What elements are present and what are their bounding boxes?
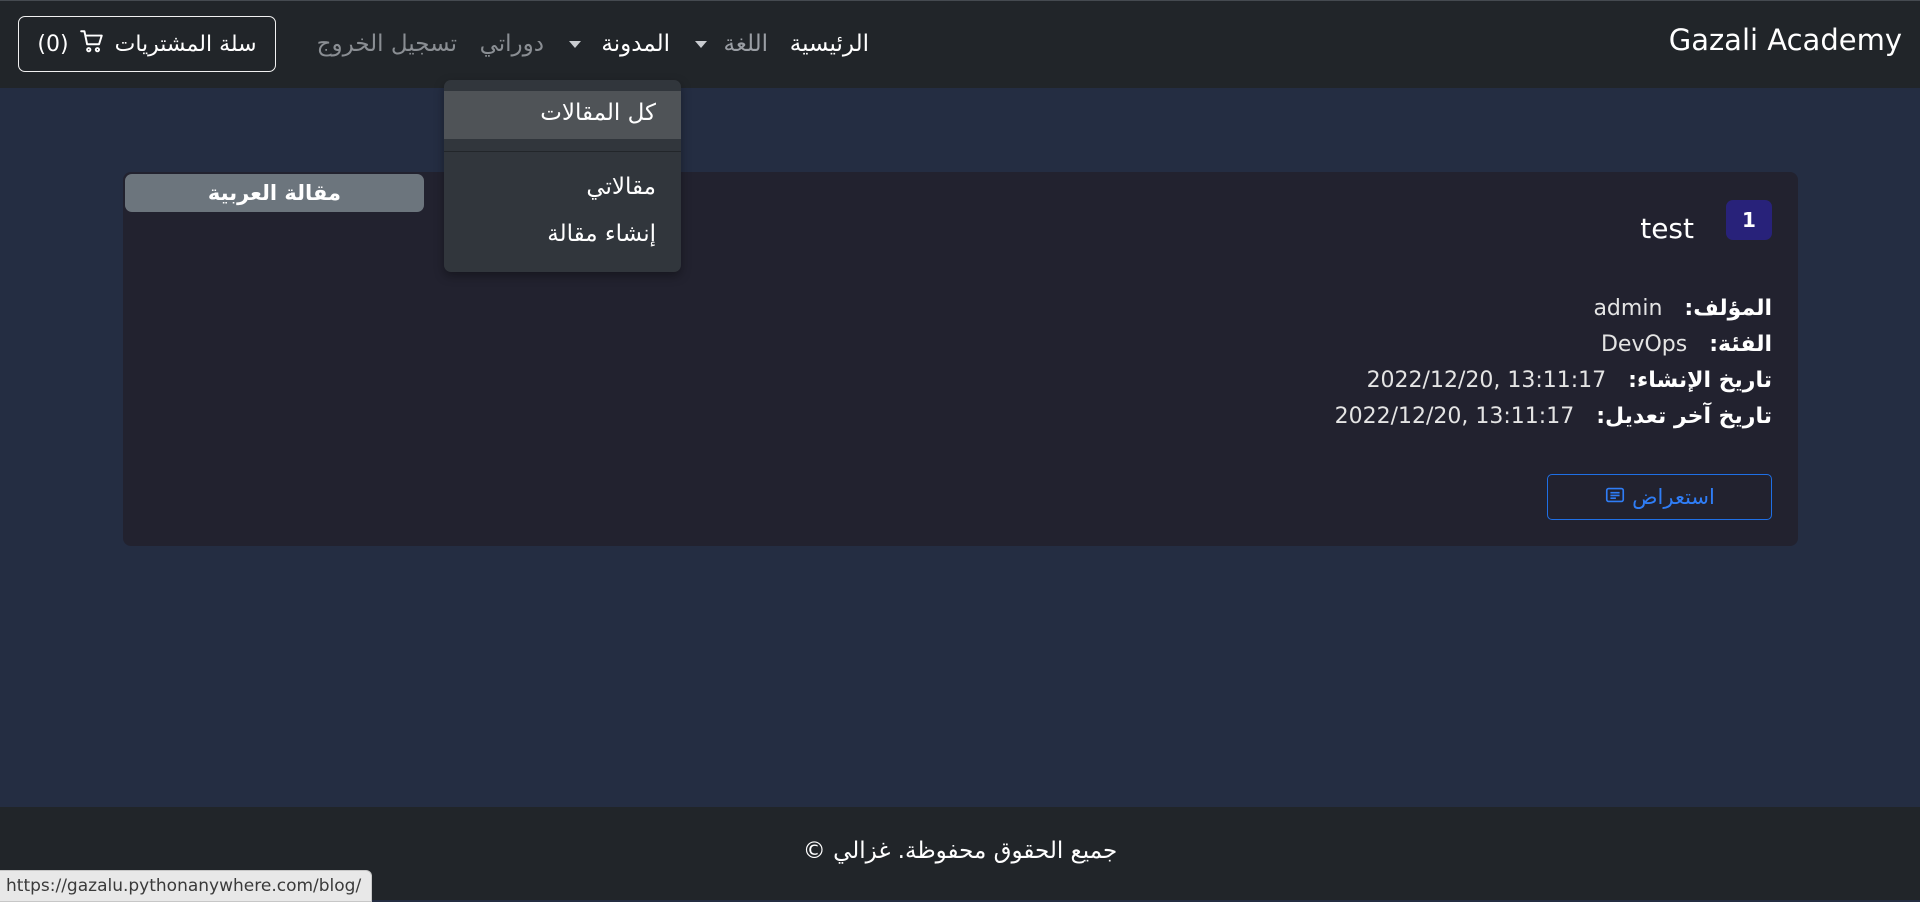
author-row: المؤلف: admin bbox=[1593, 296, 1772, 321]
nav-home[interactable]: الرئيسية bbox=[790, 31, 869, 57]
dropdown-divider bbox=[444, 151, 681, 152]
category-row: الفئة: DevOps bbox=[1601, 332, 1772, 357]
view-article-button[interactable]: استعراض bbox=[1547, 474, 1772, 520]
blog-caret-icon[interactable] bbox=[569, 41, 581, 48]
dropdown-item-my-articles[interactable]: مقالاتي bbox=[586, 174, 656, 200]
view-button-label: استعراض bbox=[1632, 485, 1715, 509]
category-label: الفئة: bbox=[1709, 332, 1772, 357]
created-value: 2022/12/20, 13:11:17 bbox=[1366, 368, 1607, 393]
article-title: test bbox=[1640, 212, 1694, 245]
author-value: admin bbox=[1593, 296, 1663, 321]
brand-link[interactable]: Gazali Academy bbox=[1669, 23, 1902, 57]
created-row: تاريخ الإنشاء: 2022/12/20, 13:11:17 bbox=[1367, 368, 1772, 393]
modified-label: تاريخ آخر تعديل: bbox=[1596, 404, 1772, 429]
article-card: مقالة العربية 1 test المؤلف: admin الفئة… bbox=[123, 172, 1798, 546]
footer-copyright: جميع الحقوق محفوظة. غزالي © bbox=[802, 838, 1118, 864]
status-bar-url: https://gazalu.pythonanywhere.com/blog/ bbox=[0, 870, 373, 902]
cart-button[interactable]: سلة المشتريات (0) bbox=[18, 16, 276, 72]
nav-my-courses[interactable]: دوراتي bbox=[480, 31, 544, 57]
cart-icon bbox=[79, 28, 105, 60]
blog-dropdown-menu: كل المقالات مقالاتي إنشاء مقالة bbox=[444, 80, 681, 272]
author-label: المؤلف: bbox=[1684, 296, 1772, 321]
cart-count: (0) bbox=[37, 31, 69, 57]
created-label: تاريخ الإنشاء: bbox=[1628, 368, 1772, 393]
modified-value: 2022/12/20, 13:11:17 bbox=[1334, 404, 1575, 429]
top-navbar: Gazali Academy الرئيسية اللغة المدونة دو… bbox=[0, 0, 1920, 88]
article-icon bbox=[1604, 484, 1626, 511]
modified-row: تاريخ آخر تعديل: 2022/12/20, 13:11:17 bbox=[1335, 404, 1772, 429]
language-caret-icon[interactable] bbox=[695, 41, 707, 48]
language-badge: مقالة العربية bbox=[125, 174, 424, 212]
category-value: DevOps bbox=[1600, 332, 1688, 357]
dropdown-item-all-articles[interactable]: كل المقالات bbox=[540, 100, 656, 126]
cart-label: سلة المشتريات bbox=[114, 31, 257, 57]
nav-logout[interactable]: تسجيل الخروج bbox=[317, 31, 457, 57]
dropdown-item-create-article[interactable]: إنشاء مقالة bbox=[547, 221, 656, 247]
nav-language[interactable]: اللغة bbox=[724, 31, 768, 57]
article-number-badge: 1 bbox=[1726, 200, 1772, 240]
nav-blog[interactable]: المدونة bbox=[601, 31, 670, 57]
